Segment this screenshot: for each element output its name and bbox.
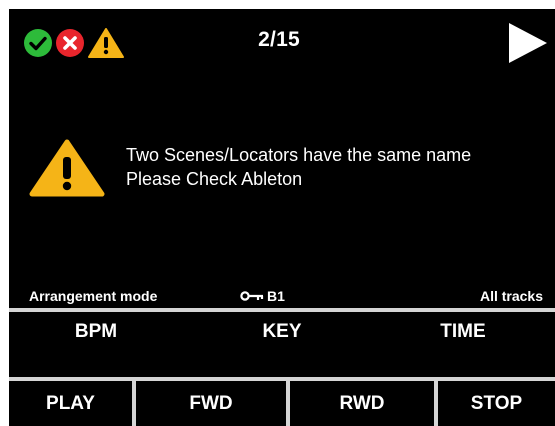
alert-message-line-1: Two Scenes/Locators have the same name <box>126 145 472 165</box>
controller-screen: 2/15 Two Scenes/Locators have the same n… <box>9 9 555 426</box>
next-page-arrow-icon[interactable] <box>505 21 549 70</box>
page-counter: 2/15 <box>258 28 300 51</box>
fwd-button[interactable]: FWD <box>136 381 286 426</box>
info-row: Arrangement mode B1 All tracks <box>9 288 555 308</box>
status-icons <box>23 27 125 59</box>
alert-message: Two Scenes/Locators have the same name P… <box>126 143 471 191</box>
stop-button[interactable]: STOP <box>438 381 555 426</box>
time-label: TIME <box>440 321 486 342</box>
mode-label: Arrangement mode <box>29 288 158 304</box>
play-button[interactable]: PLAY <box>9 381 132 426</box>
alert-message-line-2: Please Check Ableton <box>126 169 303 189</box>
rwd-button[interactable]: RWD <box>290 381 434 426</box>
key-label: KEY <box>262 321 302 342</box>
warning-triangle-icon <box>87 27 125 59</box>
divider <box>9 308 555 312</box>
check-circle-icon <box>23 28 53 58</box>
tracks-label: All tracks <box>479 288 543 304</box>
warning-icon <box>29 139 105 202</box>
bpm-label: BPM <box>74 321 118 342</box>
error-circle-icon <box>55 28 85 58</box>
key-value: B1 <box>267 288 285 304</box>
key-icon <box>240 290 264 302</box>
key-indicator: B1 <box>240 288 285 304</box>
transport-buttons: PLAY FWD RWD STOP <box>9 381 555 426</box>
